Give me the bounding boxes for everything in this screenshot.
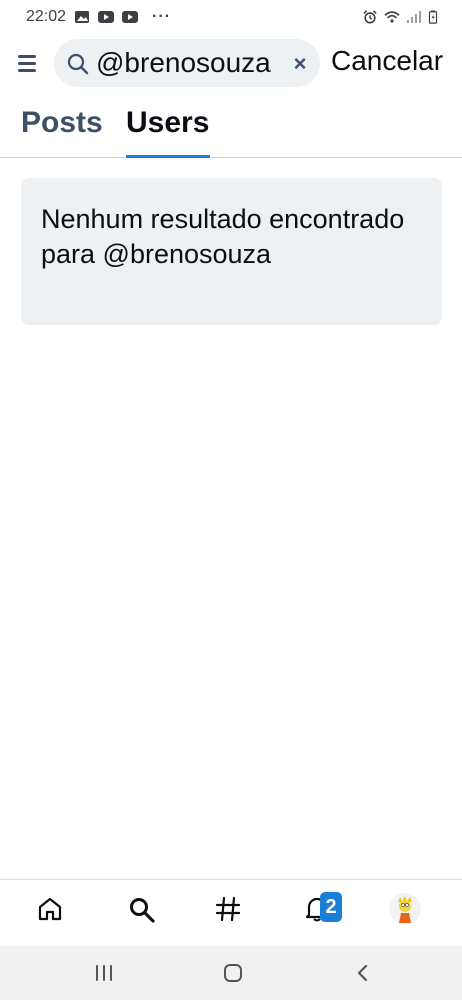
system-home-button[interactable]: [221, 961, 245, 985]
empty-results-card: Nenhum resultado encontrado para @brenos…: [21, 178, 442, 325]
bottom-nav: 2: [0, 879, 462, 946]
wifi-icon: [384, 11, 400, 23]
search-icon: [130, 898, 155, 923]
recents-icon: [96, 965, 112, 981]
menu-button[interactable]: [18, 50, 44, 76]
selected-tab-indicator: [126, 155, 210, 158]
system-nav-bar: [0, 946, 462, 1000]
search-input[interactable]: [96, 45, 292, 81]
status-bar: 22:02 ···: [0, 0, 462, 34]
empty-results-message: Nenhum resultado encontrado para @brenos…: [41, 204, 405, 269]
nav-search[interactable]: [124, 892, 158, 926]
back-icon: [357, 964, 368, 982]
avatar: [389, 893, 421, 925]
clear-search-button[interactable]: ×: [288, 51, 312, 76]
status-left: 22:02 ···: [26, 8, 171, 26]
more-notifications-icon: ···: [152, 8, 172, 25]
tab-users[interactable]: Users: [126, 106, 209, 140]
youtube-icon: [122, 11, 139, 23]
search-tabs: Posts Users: [0, 92, 462, 158]
status-time: 22:02: [26, 8, 67, 25]
gallery-icon: [75, 11, 90, 23]
avatar-image: [398, 896, 412, 923]
signal-icon: [407, 11, 421, 23]
battery-icon: [428, 10, 438, 24]
search-header: × Cancelar: [0, 34, 462, 92]
nav-feeds[interactable]: [211, 892, 245, 926]
alarm-icon: [363, 10, 377, 24]
hashtag-icon: [215, 896, 241, 922]
notification-badge: 2: [320, 892, 342, 922]
home-icon: [224, 964, 242, 982]
nav-home[interactable]: [33, 892, 67, 926]
home-icon: [38, 897, 62, 921]
cancel-button[interactable]: Cancelar: [331, 45, 443, 77]
tab-posts[interactable]: Posts: [21, 106, 103, 140]
menu-icon: [18, 54, 36, 58]
nav-profile[interactable]: [388, 892, 422, 926]
back-button[interactable]: [351, 961, 375, 985]
recents-button[interactable]: [92, 961, 116, 985]
status-right: [362, 10, 438, 24]
search-box[interactable]: ×: [54, 39, 320, 87]
youtube-icon: [98, 11, 115, 23]
search-icon: [67, 53, 89, 75]
